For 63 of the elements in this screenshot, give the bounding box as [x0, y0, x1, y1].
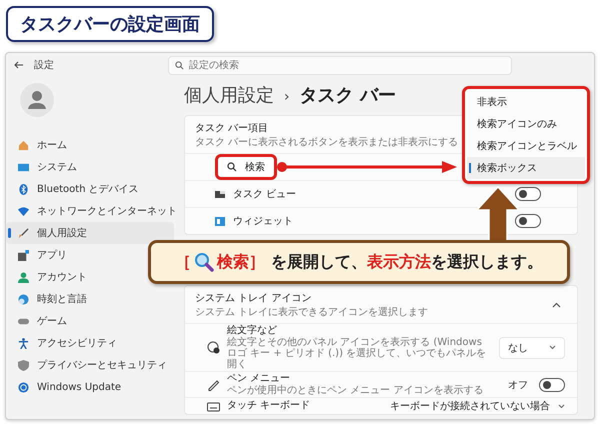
toggle-switch[interactable] [515, 214, 541, 228]
sidebar-item[interactable]: 時刻と言語 [6, 288, 91, 310]
bracket-text: ［ [175, 252, 192, 272]
menu-option[interactable]: 検索ボックス [467, 157, 585, 179]
toggle-switch[interactable] [539, 378, 565, 392]
sidebar-item[interactable]: ゲーム [6, 310, 71, 332]
section-title: システム トレイ アイコン [195, 292, 312, 305]
setting-title: ペン メニュー [227, 373, 290, 384]
sidebar-item[interactable]: アプリ [6, 244, 71, 266]
sidebar-item[interactable]: 個人用設定 [6, 222, 174, 244]
shield-icon [18, 360, 29, 370]
accessibility-icon [18, 338, 29, 348]
sidebar-item[interactable]: ネットワークとインターネット [6, 200, 181, 222]
search-icon [175, 60, 184, 70]
person-icon [18, 272, 29, 282]
search-item-highlight[interactable]: 検索 [215, 154, 277, 180]
setting-description: 絵文字とその他のパネル アイコンを表示する (Windows ロゴ キー + ピリオド (.)) を選択して、いつでもパネルを開く [227, 337, 488, 370]
sidebar-item[interactable]: プライバシーとセキュリティ [6, 354, 171, 376]
setting-title: 絵文字など [227, 325, 277, 336]
sidebar-item[interactable]: システム [6, 156, 81, 178]
item-label: タスク ビュー [233, 188, 296, 201]
home-icon [18, 140, 29, 150]
wifi-icon [18, 206, 29, 216]
sidebar-item[interactable]: Bluetooth とデバイス [6, 178, 143, 200]
app-title: 設定 [34, 58, 54, 72]
breadcrumb-separator: › [284, 89, 290, 105]
apps-icon [18, 250, 29, 260]
avatar-icon[interactable] [20, 83, 54, 117]
title-badge: タスクバーの設定画面 [6, 6, 214, 42]
section-subtitle: システム トレイに表示できるアイコンを選択します [195, 306, 428, 319]
toggle-state: オフ [508, 378, 528, 392]
search-icon [227, 162, 237, 172]
menu-option[interactable]: 検索アイコンとラベル [467, 135, 585, 157]
widget-icon [215, 216, 225, 226]
brush-icon [18, 228, 29, 238]
menu-option[interactable]: 非表示 [467, 91, 585, 113]
chevron-icon [549, 345, 556, 350]
back-icon[interactable] [14, 61, 24, 69]
task-view-icon [215, 190, 225, 198]
chevron-icon[interactable] [552, 302, 561, 308]
item-label: 検索 [245, 160, 265, 174]
page-title: タスク バー [300, 84, 396, 107]
toggle-switch[interactable] [515, 187, 541, 201]
monitor-icon [18, 162, 29, 172]
sidebar-item[interactable]: Windows Update [6, 376, 126, 398]
sidebar-item[interactable]: アクセシビリティ [6, 332, 121, 354]
dropdown[interactable]: なし [499, 336, 565, 358]
bluetooth-icon [18, 184, 29, 194]
pen-icon [207, 378, 220, 391]
callout-text: 検索］ を展開して、表示方法を選択します。 [217, 252, 543, 272]
chevron-icon [558, 404, 565, 408]
breadcrumb-parent[interactable]: 個人用設定 [184, 83, 274, 107]
section-subtitle: タスク バーに表示されるボタンを表示または非表示にする [195, 136, 458, 149]
sidebar-item[interactable]: アカウント [6, 266, 91, 288]
keyboard-icon [207, 400, 220, 412]
section-title: タスク バー項目 [195, 122, 268, 135]
dropdown[interactable]: キーボードが接続されていない場合 [390, 399, 565, 413]
item-label: ウィジェット [233, 215, 293, 228]
setting-description: ペンが使用中のときにペン メニュー アイコンを表示する [227, 385, 484, 396]
magnifier-icon [194, 252, 214, 272]
sidebar-item[interactable]: ホーム [6, 134, 71, 156]
setting-title: タッチ キーボード [227, 400, 310, 412]
menu-option[interactable]: 検索アイコンのみ [467, 113, 585, 135]
